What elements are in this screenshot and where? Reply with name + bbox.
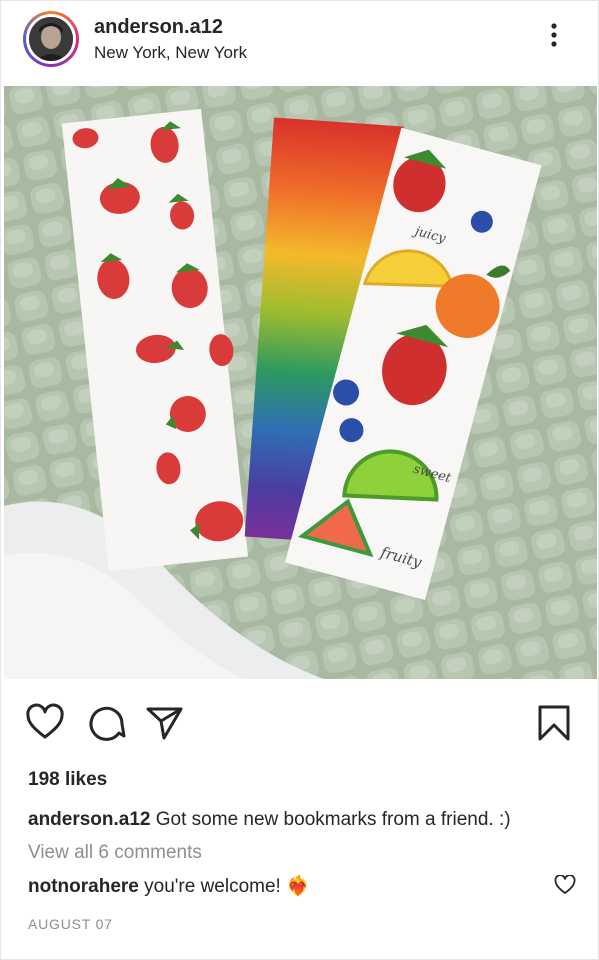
- comment-row: notnorahere you're welcome! ❤️‍🔥: [28, 874, 310, 898]
- view-all-comments-link[interactable]: View all 6 comments: [28, 842, 202, 864]
- post-username[interactable]: anderson.a12: [94, 16, 223, 39]
- post-location[interactable]: New York, New York: [94, 43, 247, 63]
- caption-username[interactable]: anderson.a12: [28, 809, 151, 830]
- avatar[interactable]: [26, 14, 76, 64]
- post-card: anderson.a12 New York, New York juicy sw…: [0, 0, 599, 960]
- post-date: AUGUST 07: [28, 916, 113, 932]
- likes-count[interactable]: 198 likes: [28, 769, 107, 791]
- avatar-story-ring[interactable]: [23, 11, 79, 67]
- avatar-photo: [29, 17, 73, 61]
- post-header: anderson.a12 New York, New York: [1, 1, 598, 83]
- paper-plane-icon[interactable]: [144, 703, 184, 743]
- comment-username[interactable]: notnorahere: [28, 876, 139, 897]
- more-options-icon[interactable]: [546, 21, 562, 49]
- small-heart-icon[interactable]: [554, 875, 576, 895]
- post-photo[interactable]: juicy sweet fruity: [4, 86, 597, 679]
- heart-on-fire-emoji: ❤️‍🔥: [286, 876, 310, 897]
- post-caption: anderson.a12 Got some new bookmarks from…: [28, 809, 511, 831]
- bookmark-icon[interactable]: [534, 703, 574, 743]
- avatar-face-icon: [29, 17, 73, 61]
- comment-bubble-icon[interactable]: [86, 703, 126, 743]
- heart-icon[interactable]: [25, 703, 65, 743]
- action-bar: [1, 701, 598, 749]
- caption-text: Got some new bookmarks from a friend. :): [155, 809, 511, 830]
- comment-text: you're welcome!: [144, 876, 281, 897]
